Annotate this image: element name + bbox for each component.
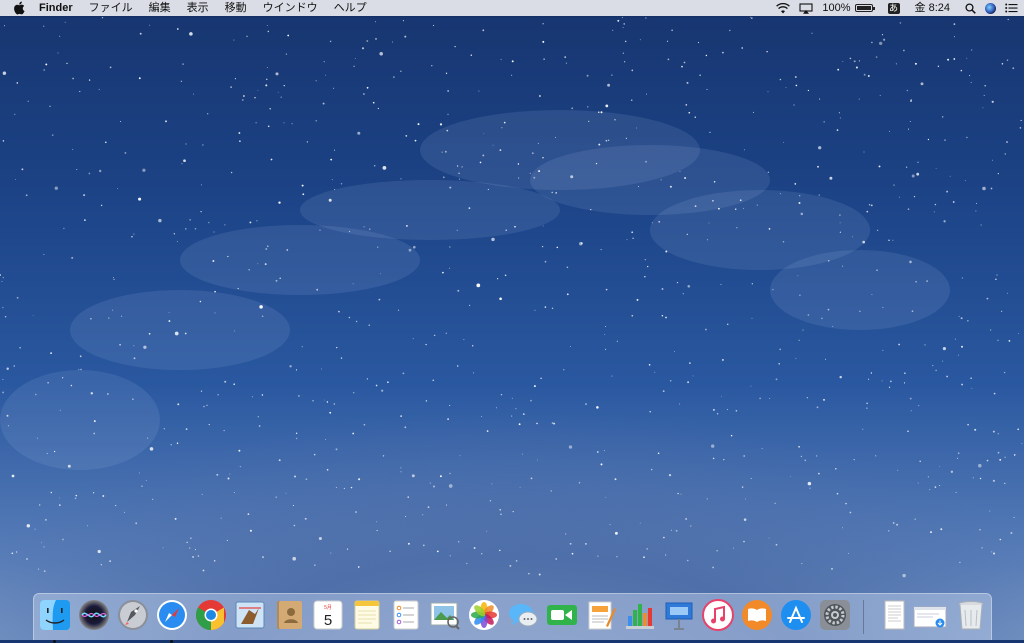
- system-preferences-icon: [820, 600, 850, 630]
- siri-icon: [79, 600, 109, 630]
- mail-icon: [235, 601, 265, 629]
- menu-view[interactable]: 表示: [179, 0, 217, 16]
- menu-edit[interactable]: 編集: [141, 0, 179, 16]
- clock[interactable]: 金 8:24: [915, 0, 950, 16]
- keynote-icon: [665, 602, 693, 630]
- facetime-icon: [547, 605, 577, 625]
- dock-safari[interactable]: [155, 598, 189, 643]
- menu-go[interactable]: 移動: [217, 0, 255, 16]
- dock-trash[interactable]: [954, 598, 988, 632]
- pages-icon: [588, 601, 616, 630]
- spotlight-search-icon[interactable]: [965, 0, 976, 16]
- menu-app-finder[interactable]: Finder: [37, 0, 81, 16]
- dock-reminders[interactable]: [389, 598, 423, 632]
- apple-logo-icon[interactable]: [13, 1, 25, 15]
- safari-icon: [157, 600, 187, 630]
- dock-facetime[interactable]: [545, 598, 579, 632]
- dock-calendar[interactable]: 5月 5: [311, 598, 345, 632]
- contacts-icon: [277, 601, 302, 629]
- menu-help[interactable]: ヘルプ: [326, 0, 375, 16]
- document-stack-icon: [884, 600, 905, 630]
- dock-system-preferences[interactable]: [818, 598, 852, 632]
- dock-finder[interactable]: [38, 598, 72, 643]
- dock-keynote[interactable]: [662, 598, 696, 632]
- notification-center-icon[interactable]: [1005, 0, 1018, 16]
- calendar-icon: 5月 5: [313, 600, 343, 630]
- dock-itunes[interactable]: [701, 598, 735, 632]
- photos-icon: [469, 600, 499, 630]
- dock-contacts[interactable]: [272, 598, 306, 632]
- ibooks-icon: [742, 600, 772, 630]
- battery-icon[interactable]: [854, 0, 875, 16]
- dock-numbers[interactable]: [623, 598, 657, 632]
- dock-messages[interactable]: [506, 598, 540, 632]
- dock-siri[interactable]: [77, 598, 111, 632]
- launchpad-icon: [118, 600, 148, 630]
- calendar-day: 5: [324, 612, 332, 629]
- dock-notes[interactable]: [350, 598, 384, 632]
- menu-file[interactable]: ファイル: [81, 0, 141, 16]
- dock-downloads-stack[interactable]: [913, 598, 947, 632]
- messages-icon: [509, 604, 538, 627]
- trash-icon: [958, 601, 984, 630]
- dock-launchpad[interactable]: [116, 598, 150, 632]
- dock-documents-stack[interactable]: [877, 598, 911, 632]
- battery-percent[interactable]: 100%: [822, 0, 850, 16]
- menu-window[interactable]: ウインドウ: [255, 0, 326, 16]
- dock-chrome[interactable]: [194, 598, 228, 632]
- dock-app-store[interactable]: [779, 598, 813, 632]
- dock-mail[interactable]: [233, 598, 267, 632]
- menu-bar: Finder ファイル 編集 表示 移動 ウインドウ ヘルプ 100% あ 金 …: [0, 0, 1024, 16]
- dock-separator: [863, 600, 864, 634]
- dock: 5月 5: [33, 593, 992, 643]
- finder-icon: [40, 600, 70, 630]
- downloads-stack-icon: [913, 606, 947, 628]
- chrome-icon: [195, 600, 226, 630]
- airplay-icon[interactable]: [799, 0, 813, 16]
- desktop-wallpaper: [0, 16, 1023, 578]
- siri-icon[interactable]: [985, 0, 996, 16]
- app-store-icon: [781, 600, 811, 630]
- preview-icon: [430, 602, 460, 630]
- input-method-label: あ: [887, 2, 900, 14]
- wifi-icon[interactable]: [776, 0, 791, 16]
- itunes-icon: [702, 599, 734, 631]
- numbers-icon: [626, 604, 654, 629]
- notes-icon: [354, 600, 380, 630]
- reminders-icon: [393, 600, 419, 630]
- dock-ibooks[interactable]: [740, 598, 774, 632]
- dock-preview[interactable]: [428, 598, 462, 632]
- input-method-icon[interactable]: あ: [887, 0, 900, 16]
- dock-photos[interactable]: [467, 598, 501, 632]
- calendar-month: 5月: [324, 605, 332, 611]
- dock-pages[interactable]: [584, 598, 618, 632]
